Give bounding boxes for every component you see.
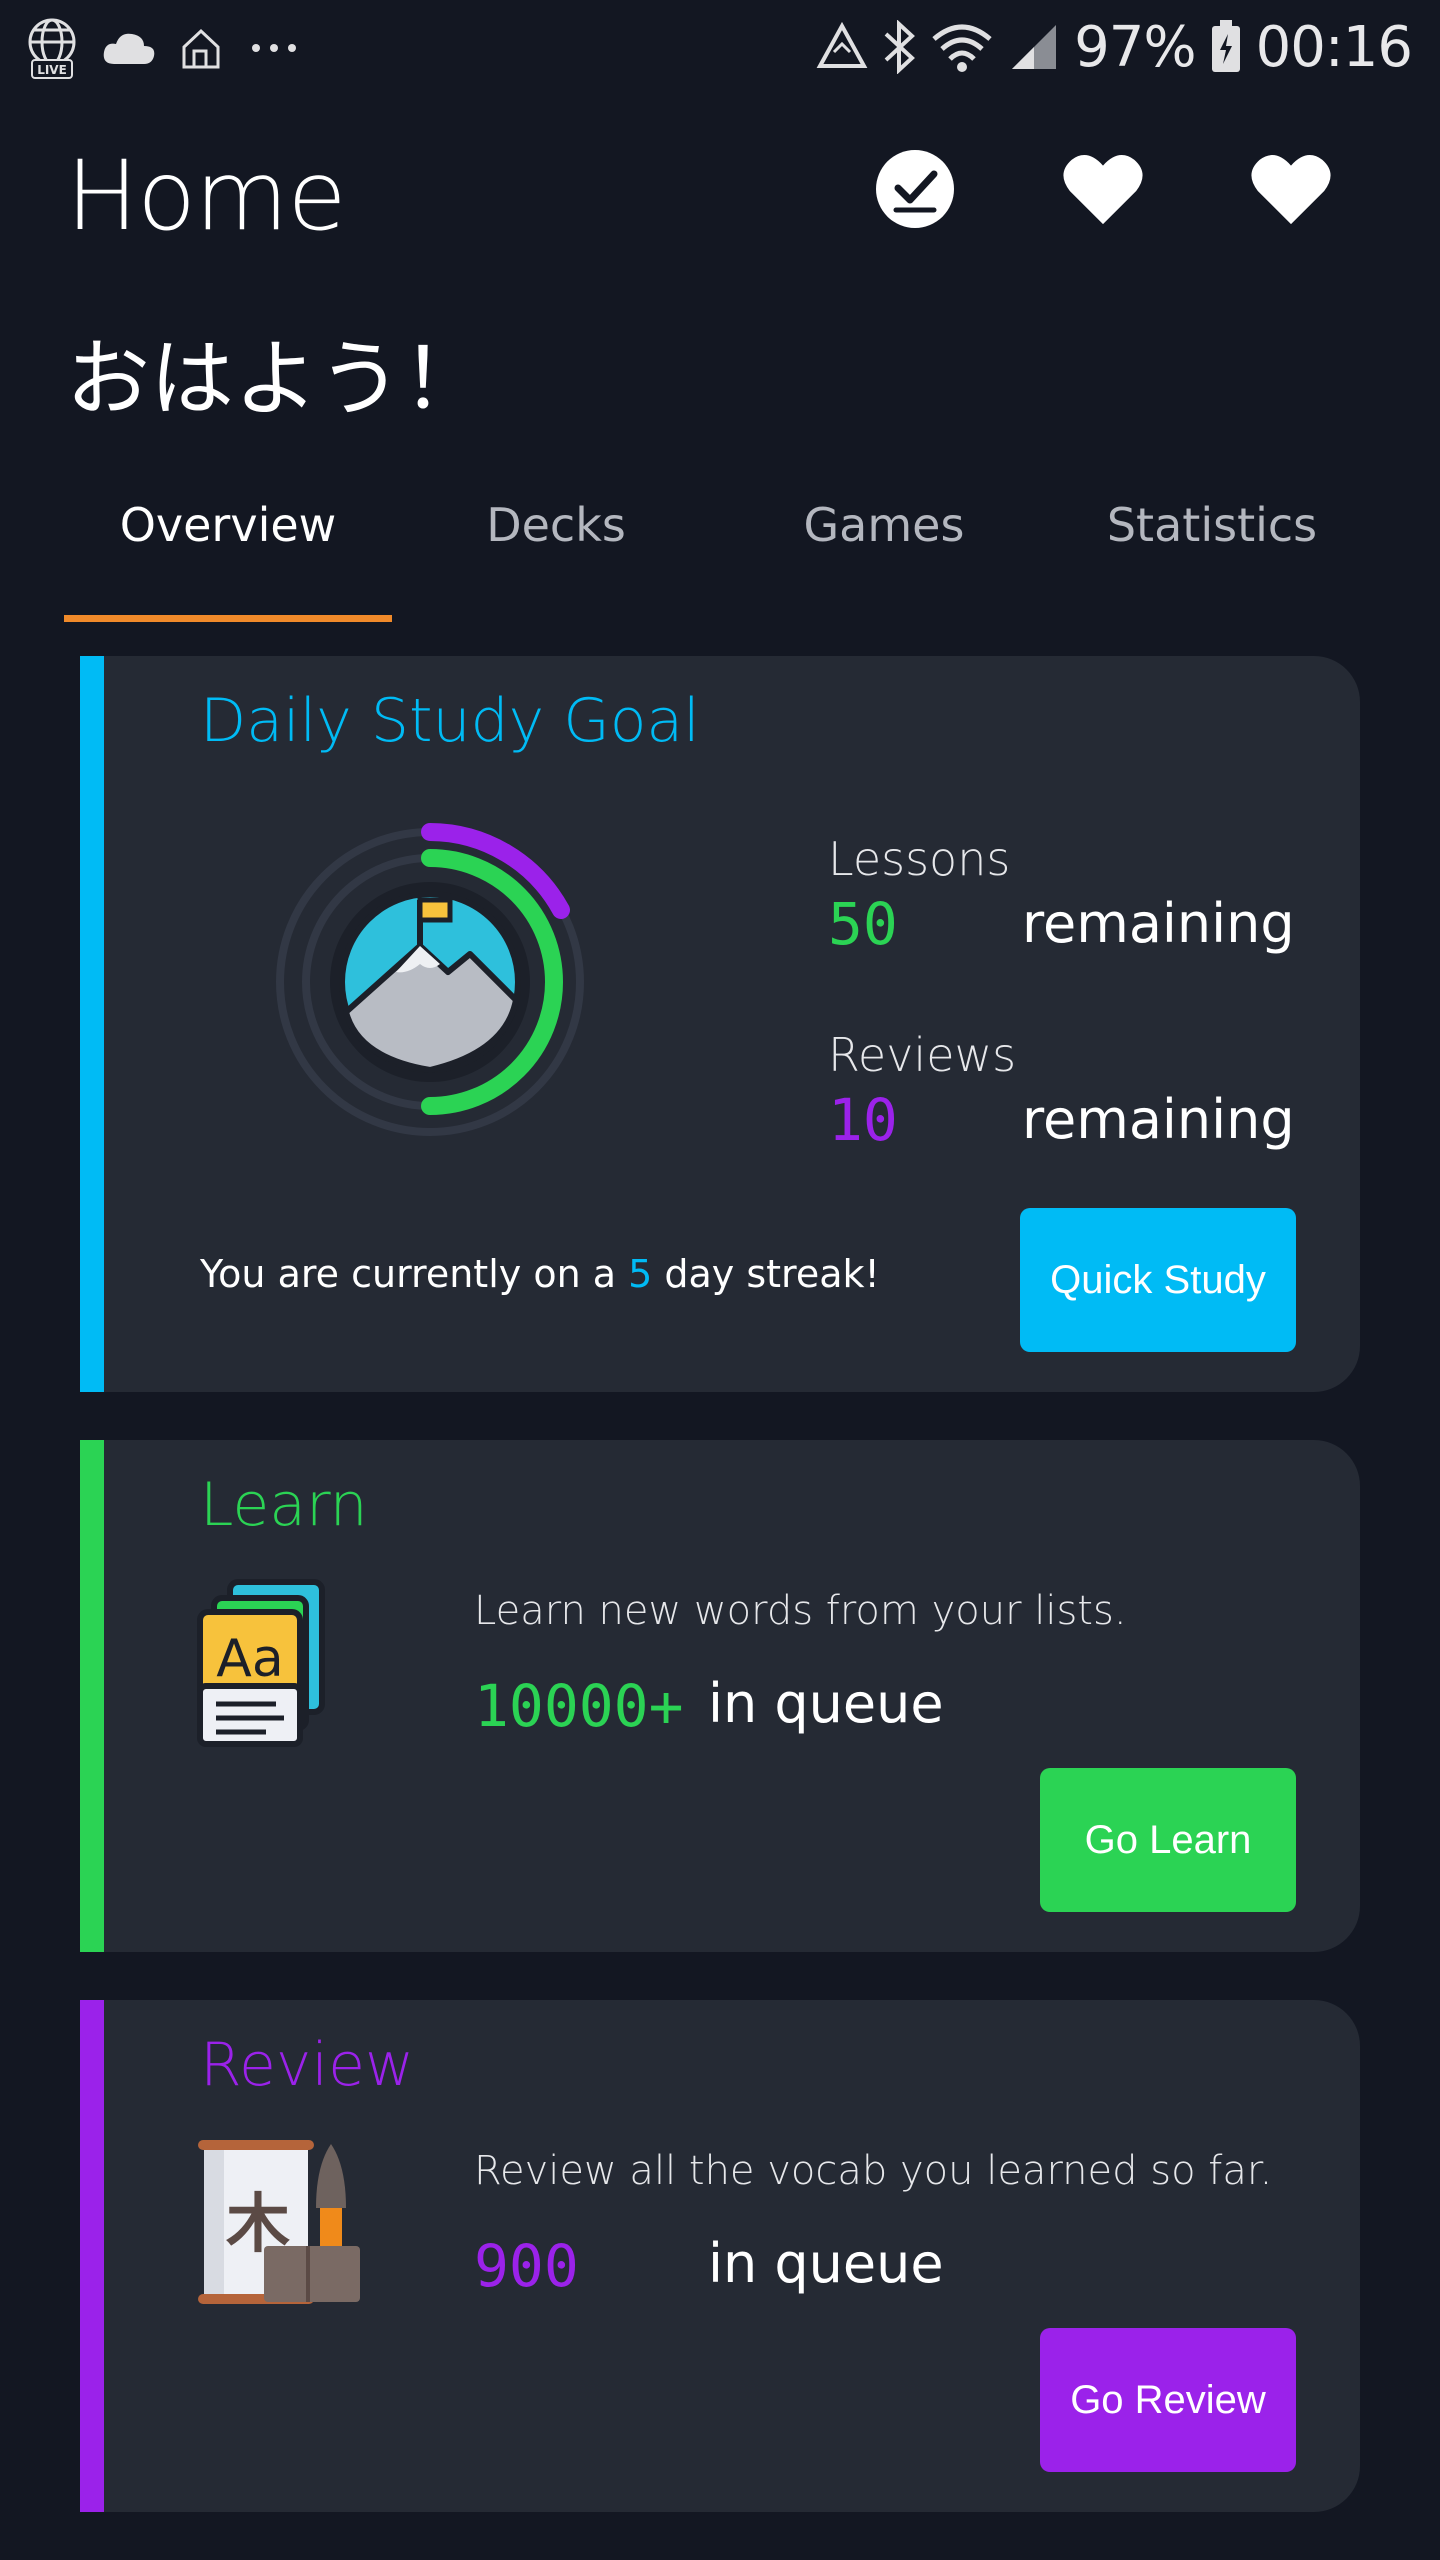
review-queue-count: 900 — [474, 2232, 579, 2300]
recycle-icon — [816, 22, 868, 72]
tab-statistics[interactable]: Statistics — [1048, 480, 1376, 622]
mountain-flag-icon — [330, 882, 530, 1082]
status-bar: LIVE 97% 00:16 — [0, 0, 1440, 96]
reviews-remaining: remaining — [1022, 1088, 1295, 1151]
card-title: Review — [200, 2030, 415, 2100]
wifi-icon — [930, 21, 994, 73]
reviews-label: Reviews — [828, 1028, 1017, 1082]
review-queue-suffix: in queue — [708, 2232, 944, 2295]
greeting-text: おはよう！ — [66, 330, 487, 428]
go-learn-button[interactable]: Go Learn — [1040, 1768, 1296, 1912]
signal-icon — [1008, 21, 1060, 73]
more-dots-icon — [246, 38, 302, 58]
status-time: 00:16 — [1255, 14, 1413, 80]
tab-decks[interactable]: Decks — [392, 480, 720, 622]
tab-bar: Overview Decks Games Statistics — [64, 480, 1376, 622]
card-accent — [80, 1440, 104, 1952]
check-circle-icon[interactable] — [874, 148, 956, 230]
card-title: Daily Study Goal — [200, 686, 700, 756]
streak-suffix: day streak! — [652, 1252, 880, 1296]
header-actions — [874, 148, 1332, 230]
cloud-icon — [102, 30, 156, 66]
battery-percent: 97% — [1074, 14, 1196, 80]
streak-prefix: You are currently on a — [200, 1252, 629, 1296]
tab-overview[interactable]: Overview — [64, 480, 392, 622]
status-bar-right: 97% 00:16 — [816, 12, 1413, 82]
streak-text: You are currently on a 5 day streak! — [200, 1252, 880, 1296]
svg-text:Aa: Aa — [216, 1629, 283, 1689]
bluetooth-icon — [882, 20, 916, 74]
status-bar-left: LIVE — [24, 16, 302, 80]
live-badge-text: LIVE — [37, 63, 67, 77]
learn-card: Learn Aa Learn new words from your lists… — [80, 1440, 1360, 1952]
review-card: Review 木 Review all the vocab you learne… — [80, 2000, 1360, 2512]
lessons-count: 50 — [828, 890, 898, 958]
card-accent — [80, 656, 104, 1392]
page-title: Home — [66, 140, 346, 252]
learn-queue-suffix: in queue — [708, 1672, 944, 1735]
heart-icon[interactable] — [1062, 148, 1144, 230]
tab-games[interactable]: Games — [720, 480, 1048, 622]
flashcards-aa-icon: Aa — [196, 1576, 332, 1753]
card-accent — [80, 2000, 104, 2512]
kanji-scroll-brush-icon: 木 — [196, 2136, 366, 2309]
daily-goal-card: Daily Study Goal Lessons 50 remaining Re… — [80, 656, 1360, 1392]
reviews-count: 10 — [828, 1086, 898, 1154]
learn-queue-count: 10000+ — [474, 1672, 684, 1740]
review-description: Review all the vocab you learned so far. — [474, 2148, 1273, 2194]
card-title: Learn — [200, 1470, 368, 1540]
learn-description: Learn new words from your lists. — [474, 1588, 1127, 1634]
heart-icon[interactable] — [1250, 148, 1332, 230]
quick-study-button[interactable]: Quick Study — [1020, 1208, 1296, 1352]
lessons-remaining: remaining — [1022, 892, 1295, 955]
home-icon — [178, 25, 224, 71]
goal-progress-ring — [270, 822, 590, 1147]
globe-live-icon: LIVE — [24, 16, 80, 80]
battery-icon — [1210, 20, 1242, 74]
go-review-button[interactable]: Go Review — [1040, 2328, 1296, 2472]
lessons-label: Lessons — [828, 832, 1011, 886]
streak-days: 5 — [628, 1252, 653, 1296]
